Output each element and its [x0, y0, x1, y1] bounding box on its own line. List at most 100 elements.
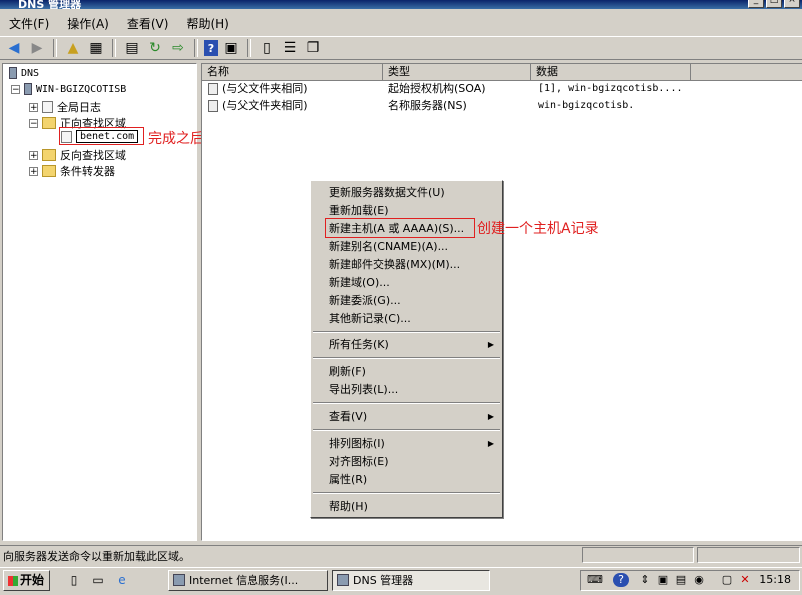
menu-item-line-up-icons[interactable]: 对齐图标(E): [311, 453, 502, 471]
annotation-box-new-host: [325, 218, 475, 238]
tree-label: 全局日志: [57, 101, 101, 114]
help-icon[interactable]: ?: [204, 40, 218, 56]
start-button[interactable]: 开始: [3, 570, 50, 591]
status-panel: [697, 547, 800, 563]
expand-icon[interactable]: +: [29, 102, 38, 112]
menu-action[interactable]: 操作(A): [58, 15, 118, 32]
menu-item-new-delegation[interactable]: 新建委派(G)...: [311, 292, 502, 310]
iis-icon: [173, 574, 185, 586]
internet-explorer-icon[interactable]: e: [114, 573, 130, 587]
toolbar-separator: [53, 39, 57, 57]
submenu-arrow-icon: ▶: [487, 439, 494, 448]
server-icon: [24, 83, 32, 95]
console-icon[interactable]: ▣: [221, 38, 241, 58]
menu-item-new-alias[interactable]: 新建别名(CNAME)(A)...: [311, 238, 502, 256]
tree-node-global-logs[interactable]: + 全局日志: [29, 99, 101, 115]
menu-item-new-mx[interactable]: 新建邮件交换器(MX)(M)...: [311, 256, 502, 274]
show-desktop-icon[interactable]: ▭: [90, 573, 106, 587]
display-icon[interactable]: ▢: [719, 573, 735, 587]
back-icon[interactable]: ◀: [4, 38, 24, 58]
volume-muted-icon[interactable]: ✕: [737, 573, 753, 587]
keyboard-icon[interactable]: ⌨: [587, 573, 603, 587]
window-controls: _ □ ×: [748, 0, 800, 8]
menu-view[interactable]: 查看(V): [118, 15, 178, 32]
menu-file[interactable]: 文件(F): [0, 15, 58, 32]
record-name: (与父文件夹相同): [208, 98, 308, 114]
column-header-type[interactable]: 类型: [383, 64, 531, 81]
menu-item-update-server-file[interactable]: 更新服务器数据文件(U): [311, 184, 502, 202]
column-header-data[interactable]: 数据: [531, 64, 691, 81]
collapse-icon[interactable]: −: [29, 118, 38, 128]
menu-separator: [313, 357, 500, 359]
expand-icon[interactable]: +: [29, 150, 38, 160]
start-label: 开始: [20, 573, 45, 587]
menu-separator: [313, 402, 500, 404]
expand-icon[interactable]: +: [29, 166, 38, 176]
copy-icon[interactable]: ❐: [303, 38, 323, 58]
tree-label: 条件转发器: [60, 165, 115, 178]
menu-item-export-list[interactable]: 导出列表(L)...: [311, 381, 502, 399]
vmware-icon[interactable]: ▤: [673, 573, 689, 587]
menu-help[interactable]: 帮助(H): [177, 15, 237, 32]
menu-item-view[interactable]: 查看(V) ▶: [311, 408, 502, 426]
dns-icon: [9, 67, 17, 79]
forward-icon[interactable]: ▶: [27, 38, 47, 58]
task-button-iis[interactable]: Internet 信息服务(I...: [168, 570, 328, 591]
tray-expand-icon[interactable]: ⇕: [637, 573, 653, 587]
record-data: [1], win-bgizqcotisb....: [538, 83, 683, 94]
minimize-button[interactable]: _: [748, 0, 764, 8]
menu-item-arrange-icons[interactable]: 排列图标(I) ▶: [311, 435, 502, 453]
record-name: (与父文件夹相同): [208, 81, 308, 97]
submenu-arrow-icon: ▶: [487, 340, 494, 349]
status-text: 向服务器发送命令以重新加载此区域。: [3, 550, 190, 563]
collapse-icon[interactable]: −: [11, 84, 20, 94]
menu-item-all-tasks[interactable]: 所有任务(K) ▶: [311, 336, 502, 354]
tree-node-server[interactable]: − WIN-BGIZQCOTISB: [11, 83, 126, 95]
help-icon[interactable]: ?: [613, 573, 629, 587]
task-label: Internet 信息服务(I...: [189, 574, 299, 587]
folder-icon: [42, 149, 56, 161]
folder-icon: [42, 117, 56, 129]
tree-label: DNS: [21, 67, 40, 79]
show-tree-icon[interactable]: ▦: [86, 38, 106, 58]
folder-icon: [42, 165, 56, 177]
table-row[interactable]: (与父文件夹相同) 名称服务器(NS) win-bgizqcotisb.: [202, 98, 802, 114]
record-type: 起始授权机构(SOA): [388, 82, 486, 95]
toolbar: ◀ ▶ ▲ ▦ ▤ ↻ ⇨ ? ▣ ▯ ☰ ❐: [0, 36, 802, 60]
server-manager-icon[interactable]: ▯: [66, 573, 82, 587]
list-icon[interactable]: ☰: [280, 38, 300, 58]
menu-separator: [313, 429, 500, 431]
up-folder-icon[interactable]: ▲: [63, 38, 83, 58]
record-data: win-bgizqcotisb.: [538, 100, 635, 111]
tree-node-conditional-forwarders[interactable]: + 条件转发器: [29, 163, 115, 179]
status-panel: [582, 547, 694, 563]
record-type: 名称服务器(NS): [388, 99, 467, 112]
menu-item-other-records[interactable]: 其他新记录(C)...: [311, 310, 502, 328]
export-icon[interactable]: ⇨: [168, 38, 188, 58]
security-icon[interactable]: ◉: [691, 573, 707, 587]
status-bar: 向服务器发送命令以重新加载此区域。: [0, 545, 802, 565]
column-header-name[interactable]: 名称: [202, 64, 383, 81]
menu-item-properties[interactable]: 属性(R): [311, 471, 502, 489]
tree-node-reverse-zones[interactable]: + 反向查找区域: [29, 147, 126, 163]
network-icon[interactable]: ▣: [655, 573, 671, 587]
refresh-icon[interactable]: ↻: [145, 38, 165, 58]
menu-item-new-domain[interactable]: 新建域(O)...: [311, 274, 502, 292]
tree-label: WIN-BGIZQCOTISB: [36, 83, 127, 95]
annotation-box-zone: [59, 127, 144, 145]
menu-item-refresh[interactable]: 刷新(F): [311, 363, 502, 381]
tree-node-dns[interactable]: DNS: [9, 67, 39, 79]
close-button[interactable]: ×: [784, 0, 800, 8]
task-button-dns[interactable]: DNS 管理器: [332, 570, 490, 591]
maximize-button[interactable]: □: [766, 0, 782, 8]
dns-icon: [337, 574, 349, 586]
properties-icon[interactable]: ▤: [122, 38, 142, 58]
server-icon[interactable]: ▯: [257, 38, 277, 58]
title-bar: DNS 管理器 _ □ ×: [0, 0, 802, 9]
column-header-filler: [691, 64, 802, 81]
table-row[interactable]: (与父文件夹相同) 起始授权机构(SOA) [1], win-bgizqcoti…: [202, 81, 802, 97]
submenu-arrow-icon: ▶: [487, 412, 494, 421]
menu-item-help[interactable]: 帮助(H): [311, 498, 502, 516]
system-tray: ⌨ ? ⇕ ▣ ▤ ◉ ▢ ✕ 15:18: [580, 570, 800, 591]
tree-label: 反向查找区域: [60, 149, 126, 162]
